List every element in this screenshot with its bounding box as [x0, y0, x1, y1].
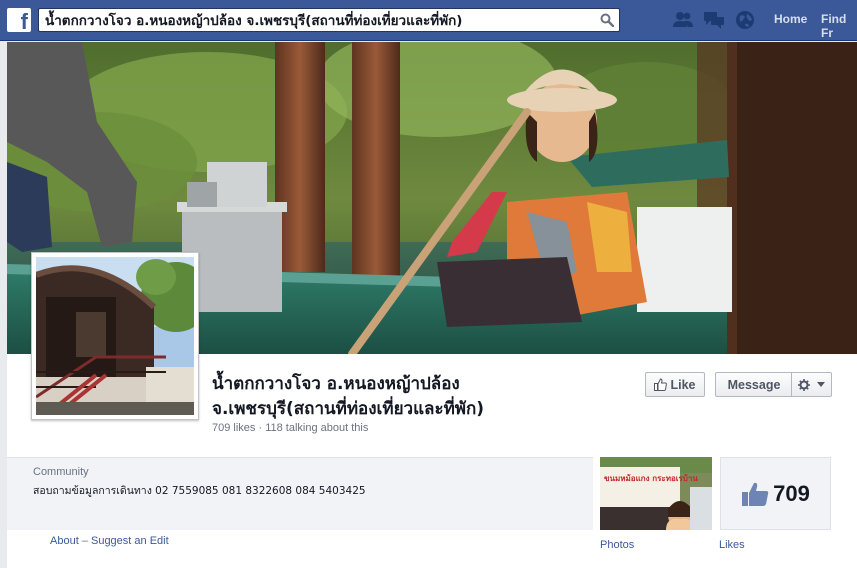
about-link[interactable]: About [50, 535, 79, 547]
find-friends-link[interactable]: Find Fr [821, 12, 857, 40]
settings-dropdown-button[interactable] [791, 372, 832, 397]
thumbs-up-icon [742, 482, 769, 506]
likes-label[interactable]: Likes [719, 539, 745, 551]
facebook-logo[interactable]: f [7, 8, 31, 34]
page-title-line-2: จ.เพชรบุรี(สถานที่ท่องเที่ยวและที่พัก) [212, 399, 485, 419]
profile-picture[interactable] [31, 252, 199, 420]
friend-requests-icon[interactable] [672, 10, 694, 30]
home-link[interactable]: Home [774, 12, 807, 26]
message-button[interactable]: Message [715, 372, 792, 397]
about-links: About – Suggest an Edit [50, 535, 169, 547]
link-separator: – [78, 535, 91, 547]
thumbs-up-icon [654, 378, 668, 391]
photo-sign-text: ขนมหม้อแกง กระทอเรบ้าน [604, 473, 698, 483]
likes-count: 709 [773, 480, 810, 506]
page-title-line-1: น้ำตกกวางโจว อ.หนองหญ้าปล้อง [212, 374, 460, 394]
page-stats: 709 likes · 118 talking about this [212, 422, 369, 434]
search-box[interactable] [38, 8, 620, 32]
likes-tab[interactable]: 709 [720, 457, 831, 530]
photos-thumbnail-image: ขนมหม้อแกง กระทอเรบ้าน [600, 457, 712, 530]
about-info-box: Community สอบถามข้อมูลการเดินทาง 02 7559… [7, 457, 593, 530]
search-input[interactable] [39, 9, 595, 31]
search-icon[interactable] [600, 13, 614, 27]
photos-tab[interactable]: ขนมหม้อแกง กระทอเรบ้าน [600, 457, 712, 530]
page-category[interactable]: Community [33, 466, 89, 478]
page-container: น้ำตกกวางโจว อ.หนองหญ้าปล้อง จ.เพชรบุรี(… [7, 42, 857, 568]
top-navigation-bar: f Home Find Fr [0, 0, 857, 41]
profile-picture-image [36, 257, 194, 415]
chevron-down-icon [817, 382, 825, 387]
messages-icon[interactable] [703, 10, 725, 30]
notifications-globe-icon[interactable] [734, 10, 756, 30]
like-button-label: Like [670, 377, 696, 392]
suggest-edit-link[interactable]: Suggest an Edit [91, 535, 169, 547]
gear-icon [798, 378, 810, 391]
page-title: น้ำตกกวางโจว อ.หนองหญ้าปล้อง จ.เพชรบุรี(… [212, 372, 632, 422]
like-button[interactable]: Like [645, 372, 705, 397]
page-description: สอบถามข้อมูลการเดินทาง 02 7559085 081 83… [33, 485, 366, 497]
photos-label[interactable]: Photos [600, 539, 634, 551]
